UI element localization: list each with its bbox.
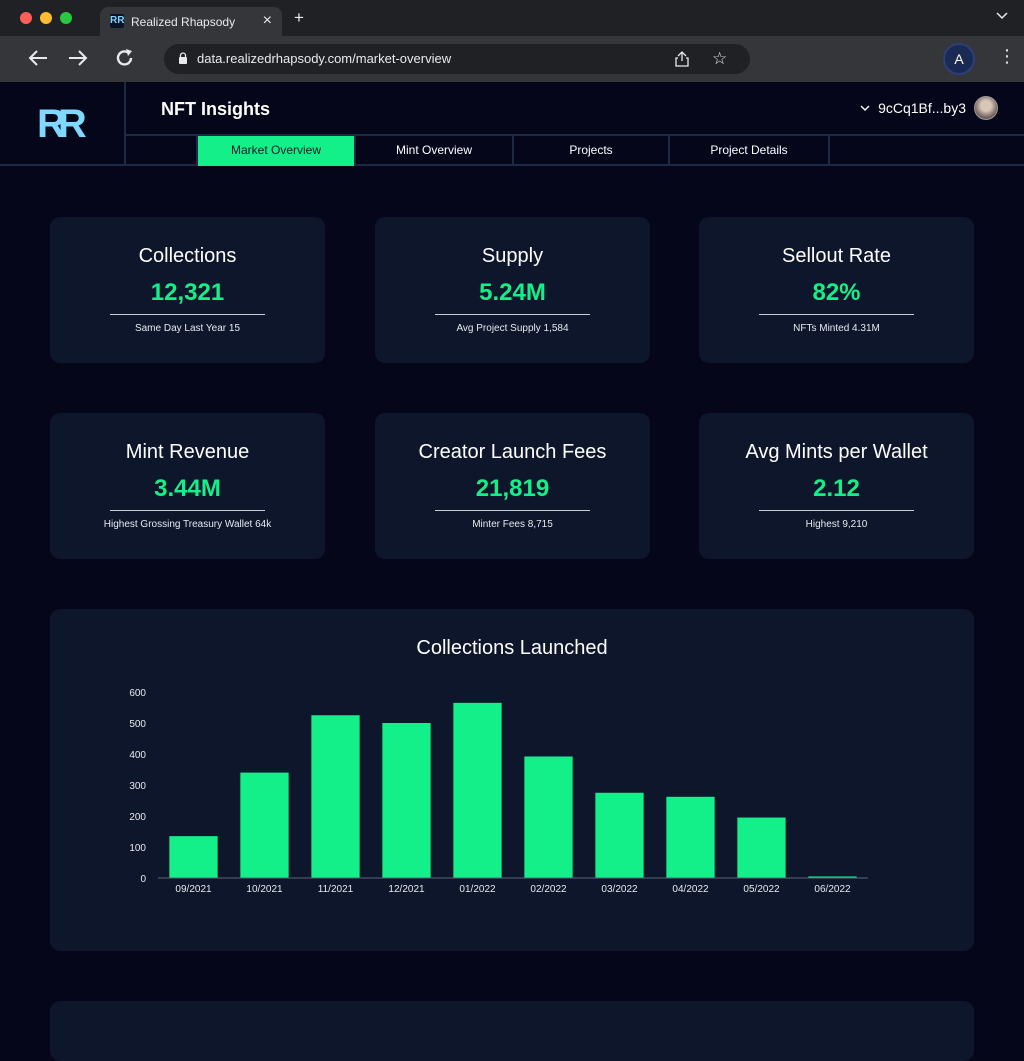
stat-value: 21,819 (475, 475, 550, 502)
stat-title: Avg Mints per Wallet (745, 441, 928, 463)
chart-bar[interactable] (595, 792, 644, 878)
x-tick-label: 12/2021 (388, 884, 425, 895)
stat-card-supply: Supply 5.24M Avg Project Supply 1,584 (375, 217, 650, 363)
stat-value: 82% (812, 279, 861, 306)
stat-subtext: Highest 9,210 (805, 519, 868, 530)
tab-close-icon[interactable]: × (263, 12, 272, 30)
wallet-selector[interactable]: 9cCq1Bf...by3 (860, 96, 998, 120)
share-icon[interactable] (674, 50, 690, 68)
address-bar[interactable]: data.realizedrhapsody.com/market-overvie… (164, 44, 750, 74)
stat-value: 2.12 (813, 475, 860, 502)
stat-card-avg-mints-per-wallet: Avg Mints per Wallet 2.12 Highest 9,210 (699, 413, 974, 559)
chart-bar[interactable] (737, 817, 786, 878)
user-avatar[interactable] (974, 96, 998, 120)
stat-value: 12,321 (150, 279, 225, 306)
stat-divider (110, 510, 265, 511)
stat-title: Creator Launch Fees (418, 441, 607, 463)
bar-chart: 0 100 200 300 400 500 600 09/2021 10/2021 11/2021… (129, 688, 868, 895)
y-tick-label: 500 (129, 719, 146, 730)
stat-title: Collections (138, 245, 237, 267)
stat-subtext: NFTs Minted 4.31M (793, 323, 880, 334)
nav-tabs: Market Overview Mint Overview Projects P… (126, 134, 1024, 166)
y-tick-label: 300 (129, 781, 146, 792)
url-text: data.realizedrhapsody.com/market-overvie… (197, 51, 452, 66)
y-tick-label: 200 (129, 812, 146, 823)
y-tick-label: 400 (129, 750, 146, 761)
stat-divider (435, 314, 590, 315)
y-tick-label: 600 (129, 688, 146, 699)
profile-avatar[interactable]: A (943, 43, 975, 75)
chart-bar[interactable] (666, 796, 715, 878)
stat-card-creator-launch-fees: Creator Launch Fees 21,819 Minter Fees 8… (375, 413, 650, 559)
chart-bar[interactable] (169, 836, 218, 878)
stat-card-sellout-rate: Sellout Rate 82% NFTs Minted 4.31M (699, 217, 974, 363)
next-section-card (50, 1001, 974, 1061)
x-tick-label: 04/2022 (672, 884, 709, 895)
forward-arrow-icon[interactable] (67, 47, 89, 69)
x-tick-label: 01/2022 (459, 884, 496, 895)
x-tick-label: 02/2022 (530, 884, 567, 895)
stat-value: 5.24M (479, 279, 546, 306)
stat-divider (435, 510, 590, 511)
browser-tab-bar: RR Realized Rhapsody × + (0, 0, 1024, 36)
stat-divider (110, 314, 265, 315)
x-tick-label: 05/2022 (743, 884, 780, 895)
reload-icon[interactable] (114, 47, 136, 69)
tab-market-overview[interactable]: Market Overview (198, 136, 356, 166)
tab-favicon-icon: RR (110, 14, 125, 28)
chart-bar[interactable] (524, 756, 573, 878)
x-tick-label: 10/2021 (246, 884, 283, 895)
bookmark-star-icon[interactable]: ☆ (712, 49, 727, 69)
stat-value: 3.44M (154, 475, 221, 502)
chart-bar[interactable] (382, 723, 431, 878)
tab-mint-overview[interactable]: Mint Overview (356, 136, 514, 166)
logo-container[interactable]: RR (0, 82, 126, 166)
window-close-button[interactable] (20, 12, 32, 24)
tab-title: Realized Rhapsody (131, 15, 236, 29)
browser-toolbar: data.realizedrhapsody.com/market-overvie… (0, 36, 1024, 82)
app-logo: RR (37, 102, 87, 146)
stat-divider (759, 510, 914, 511)
browser-menu-icon[interactable]: ⋮ (998, 47, 1016, 65)
chart-bar[interactable] (311, 715, 360, 878)
x-tick-label: 06/2022 (814, 884, 851, 895)
stat-card-mint-revenue: Mint Revenue 3.44M Highest Grossing Trea… (50, 413, 325, 559)
tab-search-chevron-icon[interactable] (996, 12, 1008, 20)
window-maximize-button[interactable] (60, 12, 72, 24)
tab-projects[interactable]: Projects (514, 136, 670, 166)
x-tick-label: 09/2021 (175, 884, 212, 895)
chart-bar[interactable] (240, 772, 289, 878)
wallet-address: 9cCq1Bf...by3 (878, 100, 966, 116)
stat-divider (759, 314, 914, 315)
tab-spacer (126, 136, 198, 166)
lock-icon (179, 52, 187, 64)
app-header: RR NFT Insights 9cCq1Bf...by3 Market Ove… (0, 82, 1024, 166)
stat-title: Mint Revenue (125, 441, 250, 463)
stat-subtext: Same Day Last Year 15 (134, 323, 241, 334)
y-tick-label: 0 (140, 874, 146, 885)
chart-card-collections-launched: Collections Launched 0 100 200 300 400 500 600… (50, 609, 974, 951)
x-tick-label: 03/2022 (601, 884, 638, 895)
back-arrow-icon[interactable] (27, 47, 49, 69)
stat-card-collections: Collections 12,321 Same Day Last Year 15 (50, 217, 325, 363)
y-tick-label: 100 (129, 843, 146, 854)
stat-title: Supply (481, 245, 544, 267)
tab-project-details[interactable]: Project Details (670, 136, 830, 166)
x-tick-label: 11/2021 (318, 884, 354, 895)
page-title: NFT Insights (161, 99, 270, 119)
chart-bar[interactable] (453, 702, 502, 878)
browser-tab[interactable]: RR Realized Rhapsody × (100, 7, 282, 36)
new-tab-icon[interactable]: + (294, 9, 304, 26)
window-minimize-button[interactable] (40, 12, 52, 24)
chevron-down-icon (860, 105, 870, 111)
stat-subtext: Avg Project Supply 1,584 (456, 323, 569, 334)
stat-subtext: Minter Fees 8,715 (472, 519, 553, 530)
stat-title: Sellout Rate (782, 245, 891, 267)
stat-subtext: Highest Grossing Treasury Wallet 64k (103, 519, 272, 530)
